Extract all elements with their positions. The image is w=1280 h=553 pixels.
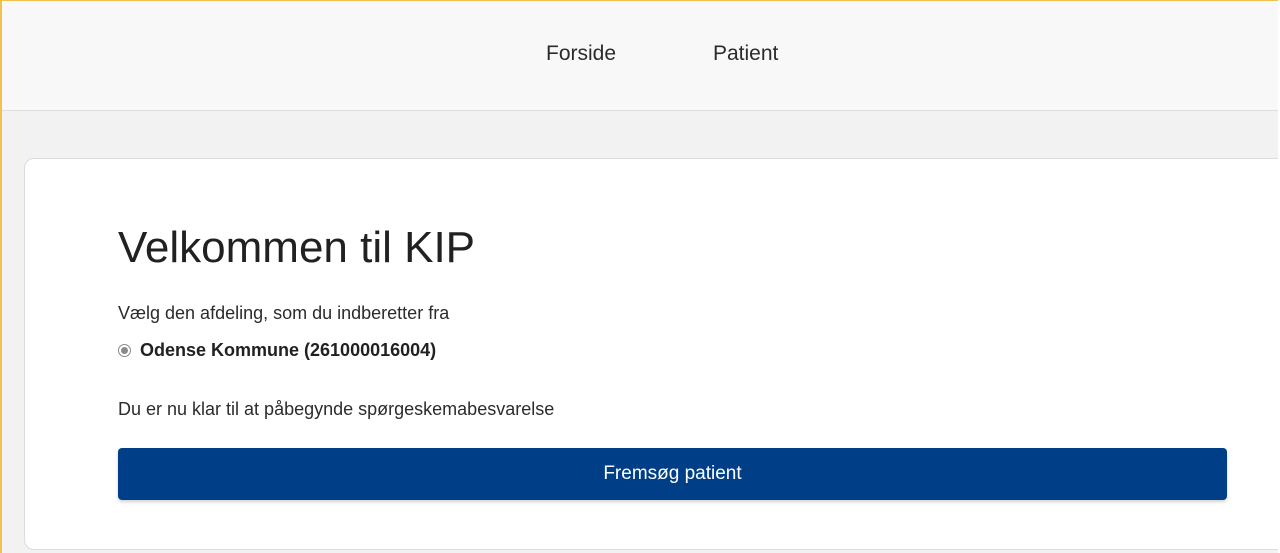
nav-link-forside[interactable]: Forside xyxy=(546,41,616,67)
radio-selected-icon[interactable] xyxy=(118,343,131,357)
search-patient-button[interactable]: Fremsøg patient xyxy=(118,448,1227,500)
nav-link-patient[interactable]: Patient xyxy=(713,41,778,67)
department-option[interactable]: Odense Kommune (261000016004) xyxy=(118,339,436,361)
page-title: Velkommen til KIP xyxy=(118,223,476,272)
welcome-card: Velkommen til KIP Vælg den afdeling, som… xyxy=(24,158,1278,550)
app-frame: Forside Patient Velkommen til KIP Vælg d… xyxy=(0,0,1278,553)
radio-dot-icon xyxy=(121,346,128,354)
ready-message: Du er nu klar til at påbegynde spørgeske… xyxy=(118,399,555,419)
department-option-label: Odense Kommune (261000016004) xyxy=(140,340,437,360)
department-prompt: Vælg den afdeling, som du indberetter fr… xyxy=(118,303,450,323)
top-navigation: Forside Patient xyxy=(2,1,1278,111)
